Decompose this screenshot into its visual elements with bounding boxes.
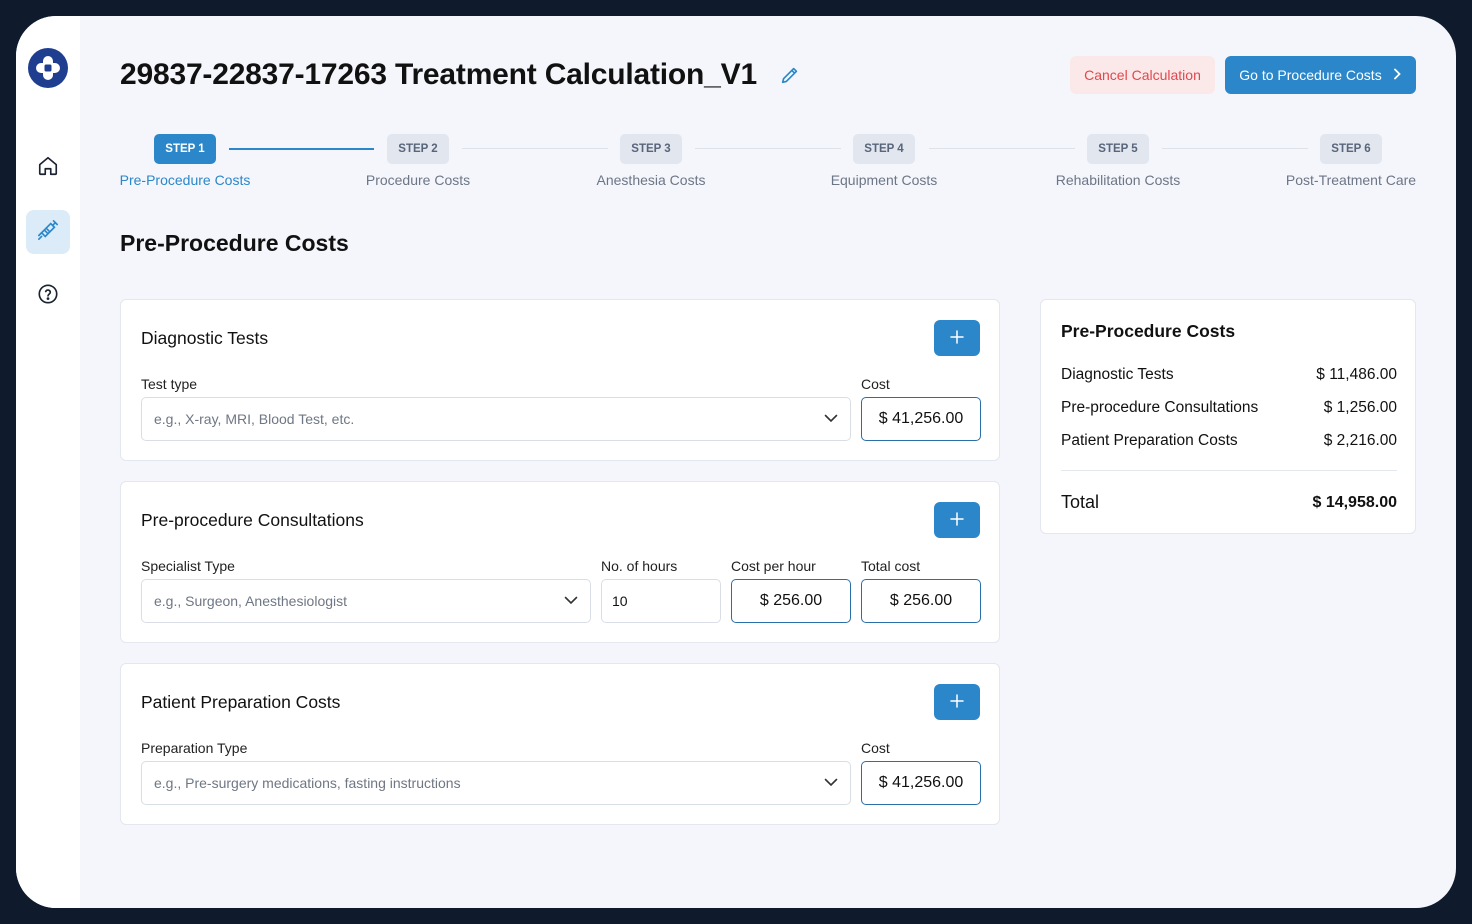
plus-icon bbox=[950, 693, 964, 711]
summary-title: Pre-Procedure Costs bbox=[1061, 321, 1236, 341]
preparation-cost-input[interactable]: $ 41,256.00 bbox=[861, 761, 981, 805]
step-4[interactable]: STEP 4 Equipment Costs bbox=[804, 134, 964, 188]
diagnostic-cost-input[interactable]: $ 41,256.00 bbox=[861, 397, 981, 441]
main-content: 29837-22837-17263 Treatment Calculation_… bbox=[80, 16, 1456, 908]
plus-icon bbox=[950, 329, 964, 347]
step-badge: STEP 3 bbox=[620, 134, 682, 164]
sidebar-item-home[interactable] bbox=[26, 146, 70, 190]
cost-per-hour-label: Cost per hour bbox=[731, 558, 816, 574]
summary-total-value: $ 14,958.00 bbox=[1312, 493, 1397, 511]
cost-label: Cost bbox=[861, 740, 890, 756]
preparation-type-select[interactable]: e.g., Pre-surgery medications, fasting i… bbox=[141, 761, 851, 805]
summary-total-label: Total bbox=[1061, 492, 1100, 512]
step-1[interactable]: STEP 1 Pre-Procedure Costs bbox=[105, 134, 265, 188]
hours-label: No. of hours bbox=[601, 558, 678, 574]
add-diagnostic-test-button[interactable] bbox=[934, 320, 980, 356]
summary-row-value: $ 1,256.00 bbox=[1323, 399, 1397, 416]
summary-row-value: $ 11,486.00 bbox=[1316, 366, 1397, 383]
card-title: Diagnostic Tests bbox=[141, 328, 269, 348]
chevron-down-icon bbox=[824, 774, 838, 792]
medical-cross-icon bbox=[28, 48, 68, 88]
patient-preparation-card: Patient Preparation Costs Preparation Ty… bbox=[120, 663, 1000, 825]
section-title: Pre-Procedure Costs bbox=[120, 230, 349, 256]
step-badge: STEP 5 bbox=[1087, 134, 1149, 164]
cost-label: Cost bbox=[861, 376, 890, 392]
step-label: Procedure Costs bbox=[365, 172, 471, 188]
step-label: Anesthesia Costs bbox=[596, 172, 706, 188]
specialist-type-select[interactable]: e.g., Surgeon, Anesthesiologist bbox=[141, 579, 591, 623]
add-preparation-button[interactable] bbox=[934, 684, 980, 720]
total-cost-label: Total cost bbox=[861, 558, 921, 574]
go-button-label: Go to Procedure Costs bbox=[1239, 67, 1382, 83]
preparation-type-placeholder: e.g., Pre-surgery medications, fasting i… bbox=[154, 775, 461, 791]
step-3[interactable]: STEP 3 Anesthesia Costs bbox=[571, 134, 731, 188]
step-badge: STEP 4 bbox=[853, 134, 915, 164]
syringe-icon bbox=[37, 219, 59, 246]
add-consultation-button[interactable] bbox=[934, 502, 980, 538]
total-cost-input[interactable]: $ 256.00 bbox=[861, 579, 981, 623]
step-2[interactable]: STEP 2 Procedure Costs bbox=[338, 134, 498, 188]
sidebar-item-help[interactable] bbox=[26, 274, 70, 318]
specialist-type-placeholder: e.g., Surgeon, Anesthesiologist bbox=[154, 593, 348, 609]
step-label: Rehabilitation Costs bbox=[1055, 172, 1181, 188]
step-badge: STEP 1 bbox=[154, 134, 216, 164]
chevron-down-icon bbox=[824, 410, 838, 428]
summary-row: Pre-procedure Consultations $ 1,256.00 bbox=[1061, 399, 1397, 417]
plus-icon bbox=[950, 511, 964, 529]
specialist-type-label: Specialist Type bbox=[141, 558, 235, 574]
summary-row: Diagnostic Tests $ 11,486.00 bbox=[1061, 366, 1397, 384]
stepper: STEP 1 Pre-Procedure Costs STEP 2 Proced… bbox=[120, 134, 1416, 194]
summary-row: Patient Preparation Costs $ 2,216.00 bbox=[1061, 432, 1397, 450]
test-type-select[interactable]: e.g., X-ray, MRI, Blood Test, etc. bbox=[141, 397, 851, 441]
summary-row-value: $ 2,216.00 bbox=[1323, 432, 1397, 449]
chevron-down-icon bbox=[564, 592, 578, 610]
step-label: Post-Treatment Care bbox=[1285, 172, 1417, 188]
hours-input[interactable]: 10 bbox=[601, 579, 721, 623]
page-title: 29837-22837-17263 Treatment Calculation_… bbox=[120, 58, 757, 91]
summary-row-label: Patient Preparation Costs bbox=[1061, 432, 1238, 449]
preparation-type-label: Preparation Type bbox=[141, 740, 248, 756]
cost-per-hour-input[interactable]: $ 256.00 bbox=[731, 579, 851, 623]
sidebar-item-calculations[interactable] bbox=[26, 210, 70, 254]
consultations-card: Pre-procedure Consultations Specialist T… bbox=[120, 481, 1000, 643]
test-type-placeholder: e.g., X-ray, MRI, Blood Test, etc. bbox=[154, 411, 355, 427]
step-badge: STEP 2 bbox=[387, 134, 449, 164]
chevron-right-icon bbox=[1392, 67, 1402, 83]
title-row: 29837-22837-17263 Treatment Calculation_… bbox=[120, 58, 803, 92]
step-label: Equipment Costs bbox=[830, 172, 938, 188]
step-5[interactable]: STEP 5 Rehabilitation Costs bbox=[1038, 134, 1198, 188]
summary-divider bbox=[1061, 470, 1397, 471]
home-icon bbox=[37, 155, 59, 182]
cancel-calculation-button[interactable]: Cancel Calculation bbox=[1070, 56, 1215, 94]
card-title: Patient Preparation Costs bbox=[141, 692, 341, 712]
sidebar bbox=[16, 16, 80, 908]
summary-total: Total $ 14,958.00 bbox=[1061, 492, 1397, 513]
help-circle-icon bbox=[37, 283, 59, 310]
step-6[interactable]: STEP 6 Post-Treatment Care bbox=[1271, 134, 1431, 188]
test-type-label: Test type bbox=[141, 376, 198, 392]
diagnostic-tests-card: Diagnostic Tests Test type e.g., X-ray, … bbox=[120, 299, 1000, 461]
go-to-procedure-costs-button[interactable]: Go to Procedure Costs bbox=[1225, 56, 1416, 94]
summary-row-label: Diagnostic Tests bbox=[1061, 366, 1174, 383]
card-title: Pre-procedure Consultations bbox=[141, 510, 364, 530]
step-label: Pre-Procedure Costs bbox=[119, 172, 251, 188]
summary-card: Pre-Procedure Costs Diagnostic Tests $ 1… bbox=[1040, 299, 1416, 534]
step-badge: STEP 6 bbox=[1320, 134, 1382, 164]
app-frame: 29837-22837-17263 Treatment Calculation_… bbox=[16, 16, 1456, 908]
summary-row-label: Pre-procedure Consultations bbox=[1061, 399, 1259, 416]
pencil-icon[interactable] bbox=[779, 63, 803, 87]
